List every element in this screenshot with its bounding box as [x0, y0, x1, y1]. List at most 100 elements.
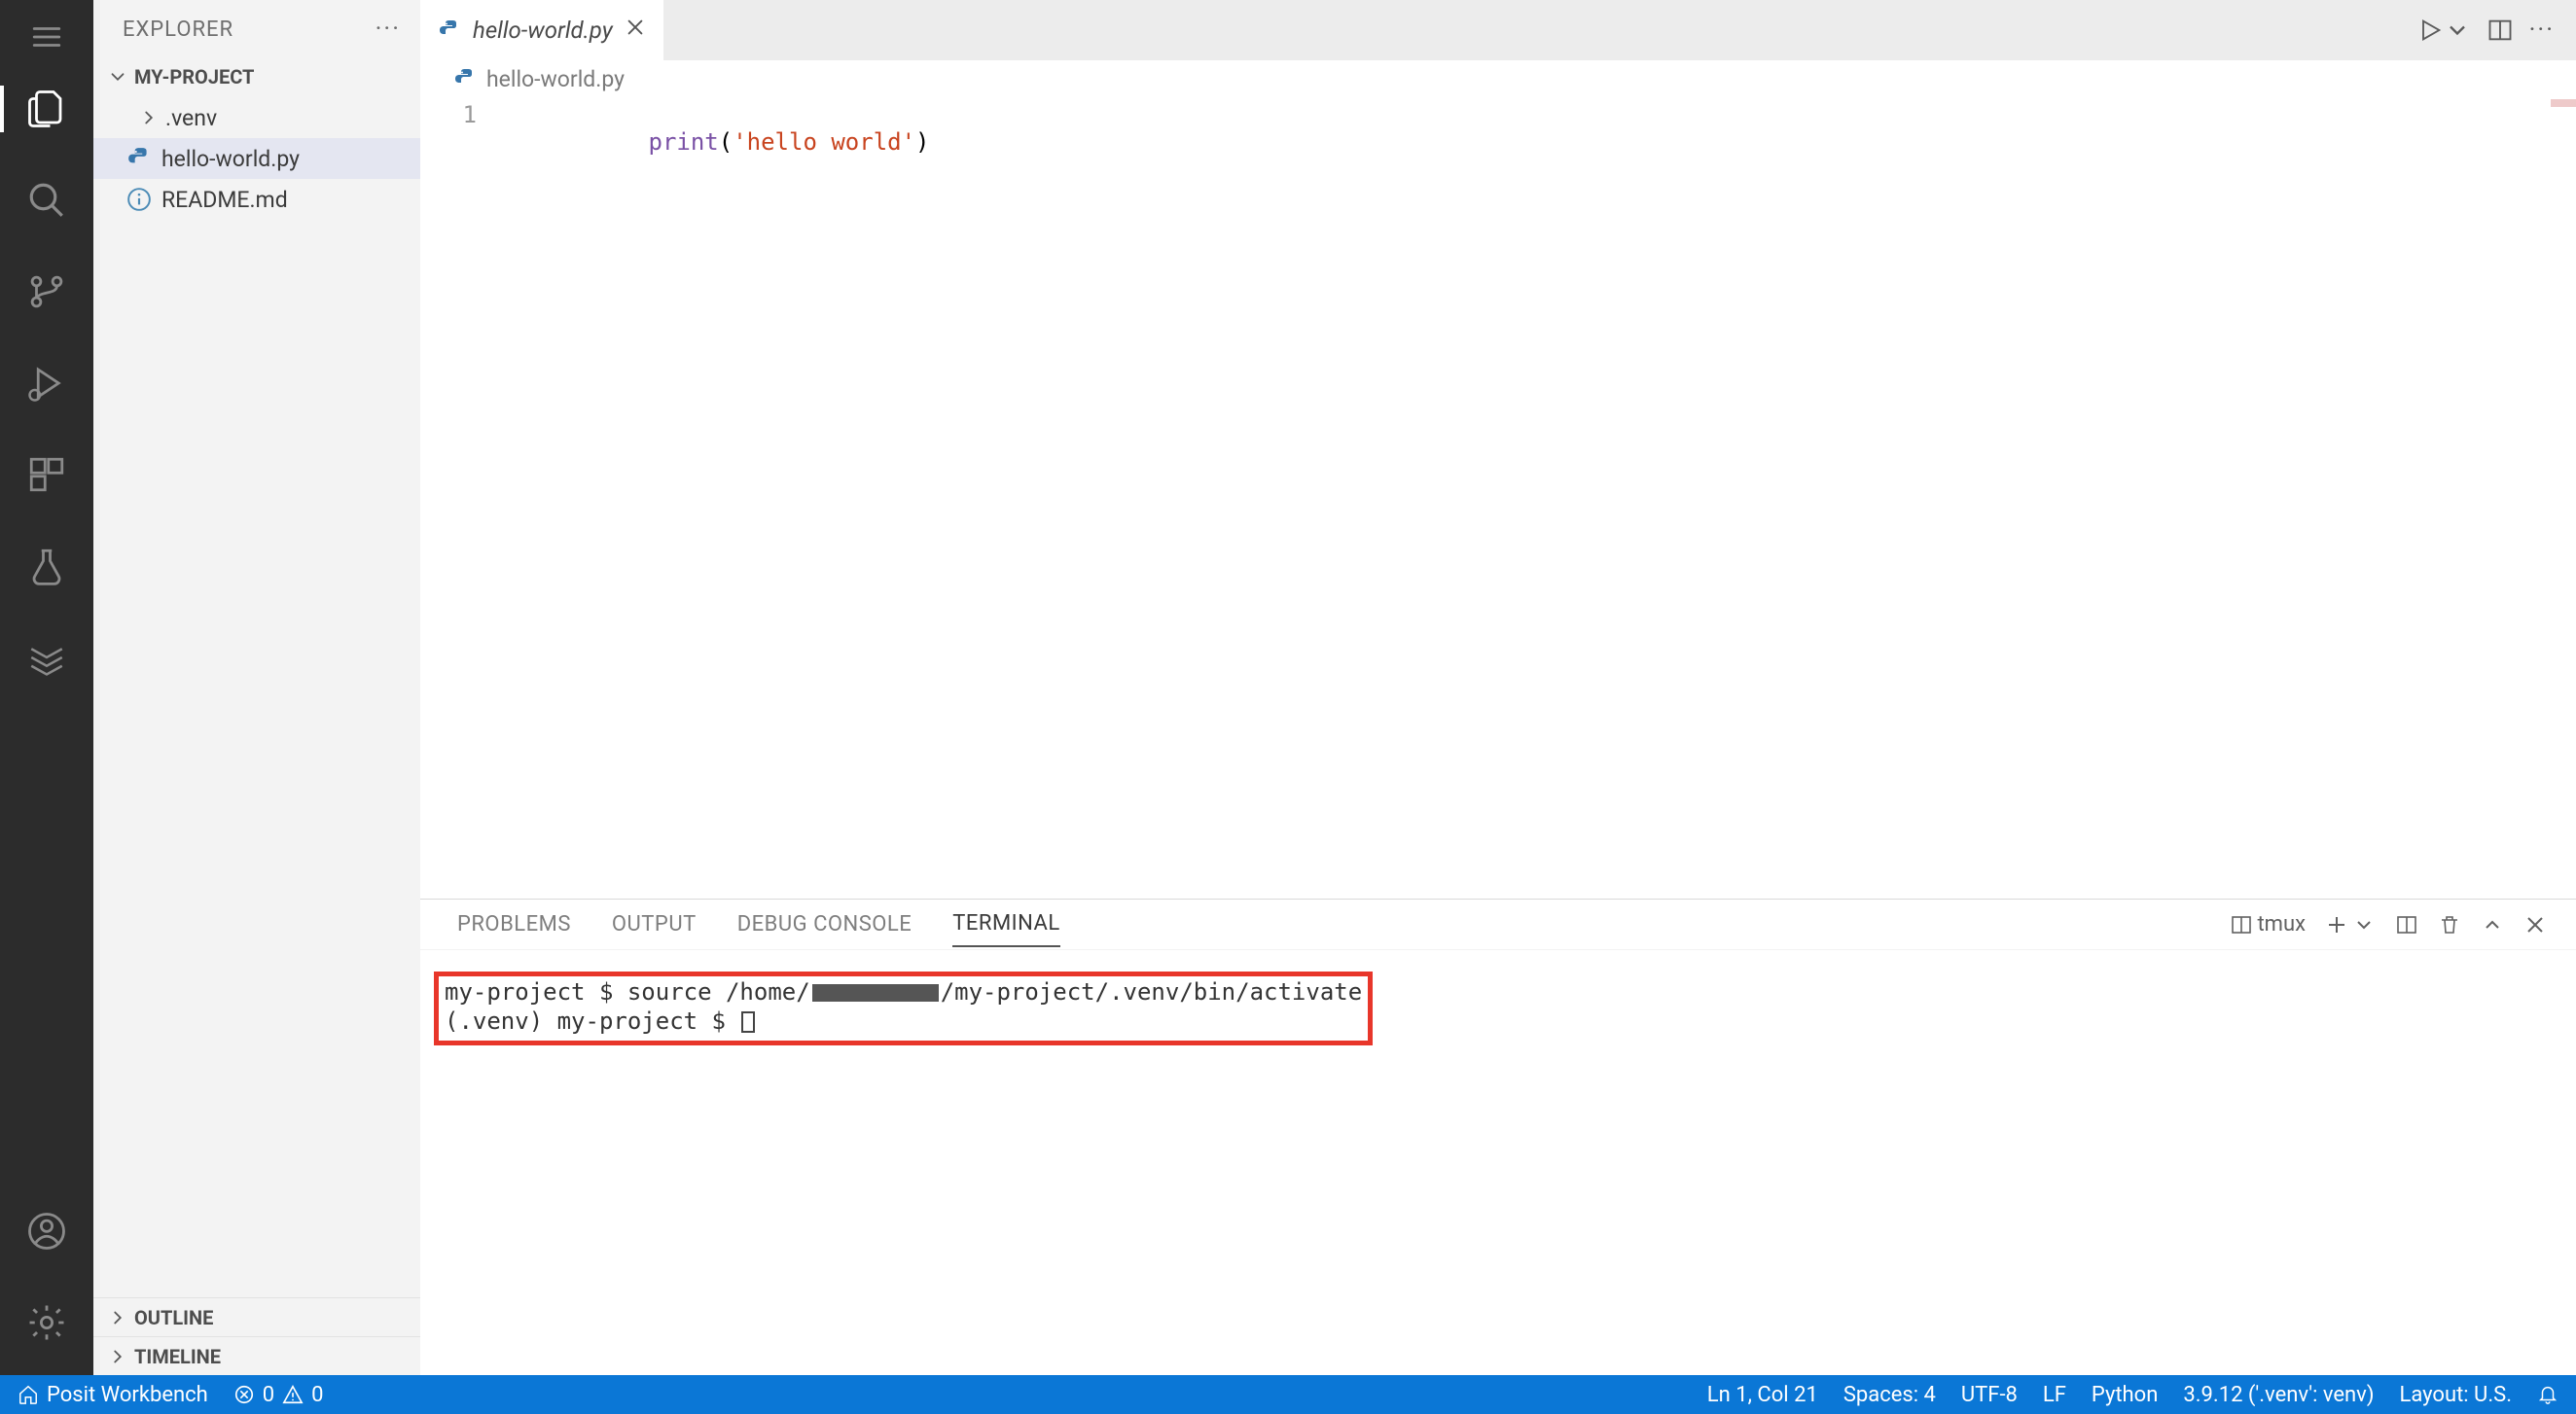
account-icon — [26, 1211, 67, 1252]
terminal-split-icon — [2230, 913, 2253, 937]
term-text: /my-project/.venv/bin/activate — [941, 978, 1362, 1006]
chevron-down-icon — [2352, 913, 2376, 937]
error-icon — [233, 1384, 255, 1405]
status-layout[interactable]: Layout: U.S. — [2400, 1383, 2513, 1407]
play-bug-icon — [26, 363, 67, 404]
status-interpreter[interactable]: 3.9.12 ('.venv': venv) — [2183, 1383, 2374, 1407]
file-tree: .venv hello-world.py README.md — [93, 95, 420, 1297]
hamburger-icon — [30, 20, 63, 53]
editor[interactable]: 1 print('hello world') — [420, 97, 2576, 899]
gutter: 1 — [420, 97, 508, 899]
tab-close-button[interactable] — [625, 17, 646, 44]
outline-label: OUTLINE — [134, 1306, 213, 1329]
close-icon — [2523, 913, 2547, 937]
activity-bar — [0, 0, 93, 1375]
close-icon — [625, 17, 646, 38]
status-workbench[interactable]: Posit Workbench — [18, 1383, 208, 1407]
folder-header[interactable]: MY-PROJECT — [93, 58, 420, 95]
activity-extensions[interactable] — [0, 445, 93, 504]
python-file-icon — [438, 18, 461, 42]
token-string: 'hello world' — [733, 128, 915, 156]
shell-name: tmux — [2257, 912, 2306, 937]
split-editor-button[interactable] — [2487, 17, 2514, 44]
extensions-icon — [26, 454, 67, 495]
panel-tab-problems[interactable]: PROBLEMS — [457, 902, 571, 946]
activity-source-control[interactable] — [0, 263, 93, 321]
terminal-shell-indicator[interactable]: tmux — [2230, 912, 2306, 937]
files-icon — [26, 88, 67, 129]
close-panel-button[interactable] — [2523, 913, 2547, 937]
plus-icon — [2325, 913, 2348, 937]
chevron-right-icon — [138, 107, 160, 128]
editor-column: hello-world.py ··· — [420, 0, 2576, 1375]
status-spaces[interactable]: Spaces: 4 — [1843, 1383, 1936, 1407]
play-icon — [2416, 17, 2444, 44]
tab-hello-world[interactable]: hello-world.py — [420, 0, 664, 60]
activity-explorer[interactable] — [0, 80, 93, 138]
status-notifications[interactable] — [2537, 1384, 2558, 1405]
terminal[interactable]: my-project $ source /home/ /my-project/.v… — [420, 950, 2576, 1375]
panel-tab-bar: PROBLEMS OUTPUT DEBUG CONSOLE TERMINAL t… — [420, 900, 2576, 950]
info-file-icon — [126, 187, 152, 212]
activity-settings[interactable] — [0, 1293, 93, 1352]
minimap-marker — [2551, 99, 2576, 107]
status-encoding[interactable]: UTF-8 — [1961, 1383, 2018, 1407]
status-problems[interactable]: 0 0 — [233, 1383, 324, 1407]
chevron-down-icon — [2444, 17, 2471, 44]
main-body: EXPLORER ··· MY-PROJECT .venv hell — [0, 0, 2576, 1375]
sidebar-more-button[interactable]: ··· — [376, 15, 401, 44]
breadcrumb[interactable]: hello-world.py — [420, 60, 2576, 97]
maximize-panel-button[interactable] — [2481, 913, 2504, 937]
code-area[interactable]: print('hello world') — [508, 97, 2576, 899]
chevron-right-icon — [107, 1307, 128, 1328]
gear-icon — [26, 1302, 67, 1343]
trash-icon — [2438, 913, 2461, 937]
more-actions-button[interactable]: ··· — [2529, 16, 2555, 45]
split-terminal-button[interactable] — [2395, 913, 2418, 937]
tree-item-hello-world[interactable]: hello-world.py — [93, 138, 420, 179]
kill-terminal-button[interactable] — [2438, 913, 2461, 937]
activity-search[interactable] — [0, 171, 93, 230]
tree-item-label: README.md — [161, 187, 288, 213]
timeline-header[interactable]: TIMELINE — [93, 1336, 420, 1375]
activity-posit[interactable] — [0, 628, 93, 687]
redacted-user — [812, 984, 939, 1002]
folder-name: MY-PROJECT — [134, 65, 254, 88]
tab-bar: hello-world.py ··· — [420, 0, 2576, 60]
token-function: print — [649, 128, 719, 156]
terminal-line-1: my-project $ source /home/ /my-project/.v… — [445, 978, 1362, 1007]
tab-label: hello-world.py — [473, 17, 613, 44]
status-warnings: 0 — [311, 1383, 323, 1407]
split-icon — [2395, 913, 2418, 937]
search-icon — [26, 180, 67, 221]
status-errors: 0 — [263, 1383, 274, 1407]
status-eol[interactable]: LF — [2043, 1383, 2066, 1407]
posit-icon — [26, 637, 67, 678]
activity-run-debug[interactable] — [0, 354, 93, 412]
sidebar-header: EXPLORER ··· — [93, 0, 420, 58]
git-branch-icon — [26, 271, 67, 312]
status-cursor[interactable]: Ln 1, Col 21 — [1707, 1383, 1818, 1407]
run-file-button[interactable] — [2416, 17, 2471, 44]
status-language[interactable]: Python — [2092, 1383, 2158, 1407]
term-prompt: (.venv) my-project $ — [445, 1007, 739, 1035]
panel-tab-terminal[interactable]: TERMINAL — [952, 901, 1059, 947]
split-icon — [2487, 17, 2514, 44]
breadcrumb-file: hello-world.py — [486, 66, 625, 92]
panel-tab-debug-console[interactable]: DEBUG CONSOLE — [737, 902, 912, 946]
tree-item-readme[interactable]: README.md — [93, 179, 420, 220]
new-terminal-button[interactable] — [2325, 913, 2376, 937]
chevron-right-icon — [107, 1346, 128, 1367]
tree-item-label: hello-world.py — [161, 146, 300, 172]
outline-header[interactable]: OUTLINE — [93, 1297, 420, 1336]
activity-testing[interactable] — [0, 537, 93, 595]
sidebar-title: EXPLORER — [123, 18, 233, 42]
tree-item-venv[interactable]: .venv — [93, 97, 420, 138]
tree-item-label: .venv — [165, 105, 217, 131]
terminal-cursor — [741, 1011, 755, 1033]
term-text: my-project $ source /home/ — [445, 978, 810, 1006]
activity-account[interactable] — [0, 1202, 93, 1260]
menu-button[interactable] — [0, 12, 93, 62]
status-workbench-label: Posit Workbench — [47, 1383, 208, 1407]
panel-tab-output[interactable]: OUTPUT — [612, 902, 697, 946]
